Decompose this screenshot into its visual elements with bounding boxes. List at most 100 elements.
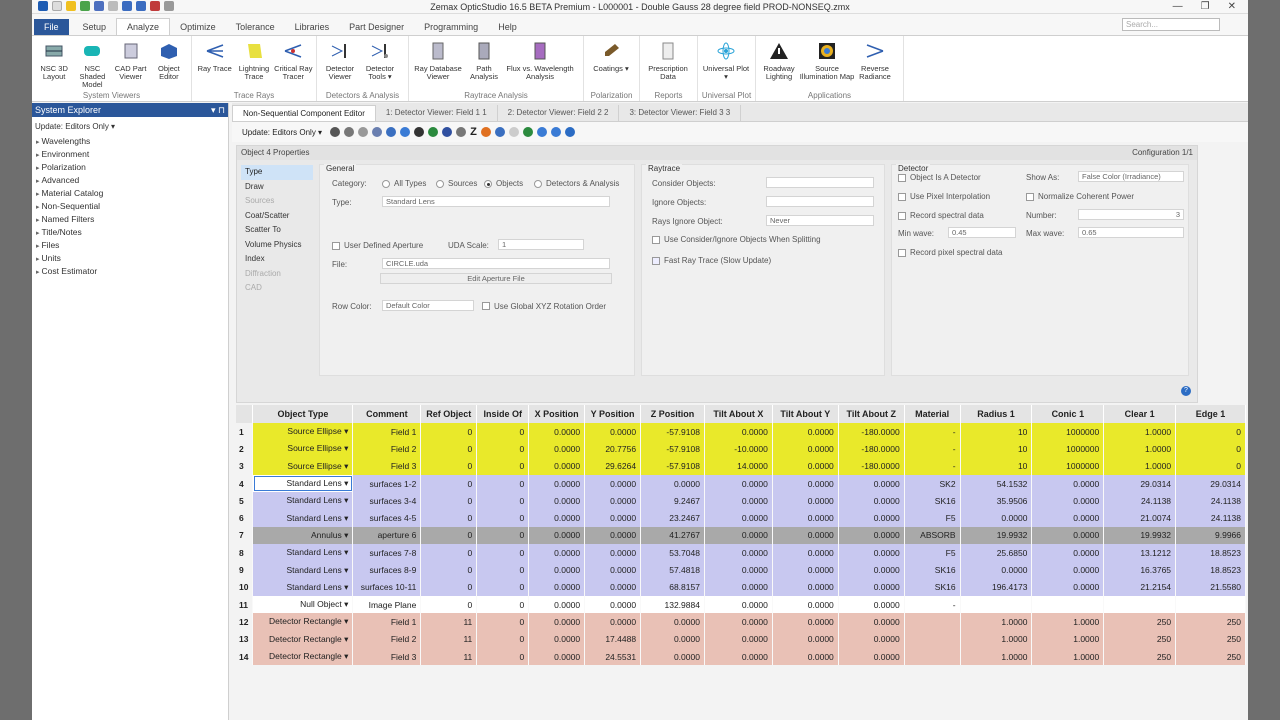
grid-cell[interactable]: 0.0000 <box>838 561 905 579</box>
grid-cell[interactable]: 0.0000 <box>528 578 586 596</box>
search-input[interactable]: Search... <box>1122 18 1220 31</box>
nav-volume-physics[interactable]: Volume Physics <box>241 238 313 253</box>
grid-cell[interactable]: aperture 6 <box>352 526 422 545</box>
nav-cad[interactable]: CAD <box>241 281 313 296</box>
grid-cell[interactable]: 17.4488 <box>584 630 642 648</box>
grid-cell[interactable]: - <box>904 595 961 614</box>
grid-cell[interactable]: -57.9108 <box>640 440 705 458</box>
grid-cell[interactable]: 10 <box>960 440 1033 458</box>
column-header[interactable]: Z Position <box>640 405 705 423</box>
menu-file[interactable]: File <box>34 19 69 35</box>
settings-icon[interactable] <box>344 127 355 137</box>
grid-cell[interactable]: surfaces 4-5 <box>352 509 422 527</box>
grid-cell[interactable]: 0.0000 <box>528 423 586 441</box>
properties-title[interactable]: Object 4 Properties <box>241 148 309 158</box>
grid-cell[interactable]: 19.9932 <box>1103 526 1177 545</box>
column-header[interactable]: Edge 1 <box>1175 405 1246 423</box>
grid-cell[interactable]: 0.0000 <box>772 474 839 493</box>
grid-cell[interactable]: Field 2 <box>352 630 422 648</box>
grid-cell[interactable]: 0.0000 <box>838 474 905 493</box>
grid-cell[interactable]: 250 <box>1103 613 1177 631</box>
help-icon[interactable]: ? <box>1181 386 1191 396</box>
grid-cell[interactable]: Standard Lens ▾ <box>252 561 354 579</box>
grid-cell[interactable]: 0 <box>420 595 478 614</box>
nav-sources[interactable]: Sources <box>241 194 313 209</box>
grid-cell[interactable]: 0.0000 <box>772 630 839 648</box>
grid-cell[interactable]: 11 <box>420 647 478 666</box>
stop-icon[interactable] <box>480 127 491 137</box>
grid-cell[interactable]: 0.0000 <box>1031 509 1105 527</box>
grid-cell[interactable]: 0 <box>420 578 478 596</box>
grid-cell[interactable]: 1000000 <box>1031 440 1105 458</box>
grid-cell[interactable]: 0.0000 <box>772 544 839 562</box>
grid-cell[interactable]: 0.0000 <box>772 457 839 475</box>
grid-cell[interactable]: 0 <box>476 440 530 458</box>
grid-cell[interactable]: 0 <box>476 509 530 527</box>
grid-cell[interactable]: 35.9506 <box>960 492 1033 510</box>
grid-cell[interactable]: 0.0000 <box>640 474 705 493</box>
edit-aperture-button[interactable]: Edit Aperture File <box>380 273 612 284</box>
grid-icon[interactable] <box>414 127 425 137</box>
grid-cell[interactable]: 0 <box>476 544 530 562</box>
grid-cell[interactable]: 0.0000 <box>1031 544 1105 562</box>
grid-cell[interactable]: 23.2467 <box>640 509 705 527</box>
se-item-material-catalog[interactable]: Material Catalog <box>32 187 228 200</box>
grid-cell[interactable]: Annulus ▾ <box>252 526 354 545</box>
grid-cell[interactable]: 0.0000 <box>838 492 905 510</box>
grid-cell[interactable]: 11 <box>420 630 478 648</box>
grid-cell[interactable]: 250 <box>1175 647 1246 666</box>
consider-objects-input[interactable] <box>766 177 874 188</box>
grid-cell[interactable]: 0.0000 <box>704 647 773 666</box>
fast-ray-trace-checkbox[interactable] <box>652 257 660 265</box>
grid-cell[interactable]: 0.0000 <box>1031 526 1105 545</box>
se-item-non-sequential[interactable]: Non-Sequential <box>32 200 228 213</box>
column-header[interactable]: Conic 1 <box>1031 405 1105 423</box>
grid-cell[interactable]: Field 3 <box>352 457 422 475</box>
column-header[interactable]: Y Position <box>584 405 642 423</box>
nav-coat-scatter[interactable]: Coat/Scatter <box>241 209 313 224</box>
cad-icon[interactable] <box>456 127 467 137</box>
grid-cell[interactable]: Source Ellipse ▾ <box>252 457 354 475</box>
grid-cell[interactable]: 53.7048 <box>640 544 705 562</box>
grid-cell[interactable]: 0.0000 <box>584 492 642 510</box>
grid-cell[interactable]: 250 <box>1175 630 1246 648</box>
system-explorer-update[interactable]: Update: Editors Only ▾ <box>32 117 228 135</box>
nav-diffraction[interactable]: Diffraction <box>241 267 313 282</box>
grid-cell[interactable]: ABSORB <box>904 526 961 545</box>
grid-cell[interactable]: 0 <box>420 457 478 475</box>
grid-cell[interactable]: 0.0000 <box>704 509 773 527</box>
grid-cell[interactable]: 14.0000 <box>704 457 773 475</box>
grid-cell[interactable]: 0 <box>476 423 530 441</box>
grid-cell[interactable]: 0 <box>420 509 478 527</box>
global-xyz-checkbox[interactable] <box>482 302 490 310</box>
nav-scatter-to[interactable]: Scatter To <box>241 223 313 238</box>
show-as-select[interactable]: False Color (Irradiance) <box>1078 171 1184 182</box>
grid-cell[interactable]: 0.0000 <box>584 595 642 614</box>
copy-icon[interactable] <box>508 127 519 137</box>
grid-cell[interactable]: 41.2767 <box>640 526 705 545</box>
grid-cell[interactable]: 13.1212 <box>1103 544 1177 562</box>
grid-cell[interactable] <box>1031 595 1105 614</box>
menu-tolerance[interactable]: Tolerance <box>226 19 285 35</box>
se-item-title-notes[interactable]: Title/Notes <box>32 226 228 239</box>
grid-cell[interactable]: 24.1138 <box>1103 492 1177 510</box>
radio-all-types[interactable] <box>382 180 390 188</box>
nav-draw[interactable]: Draw <box>241 180 313 195</box>
menu-analyze[interactable]: Analyze <box>116 18 171 35</box>
se-item-wavelengths[interactable]: Wavelengths <box>32 135 228 148</box>
grid-cell[interactable]: 24.5531 <box>584 647 642 666</box>
grid-cell[interactable]: 0.0000 <box>704 561 773 579</box>
max-wave-input[interactable]: 0.65 <box>1078 227 1184 238</box>
grid-cell[interactable]: 0 <box>420 492 478 510</box>
grid-cell[interactable]: 19.9932 <box>960 526 1033 545</box>
grid-cell[interactable]: Standard Lens ▾ <box>252 544 354 562</box>
grid-cell[interactable]: 0 <box>476 492 530 510</box>
column-header[interactable]: Tilt About X <box>704 405 773 423</box>
grid-cell[interactable]: 0.0000 <box>584 613 642 631</box>
column-header[interactable]: Radius 1 <box>960 405 1033 423</box>
grid-cell[interactable]: 29.0314 <box>1175 474 1246 493</box>
grid-cell[interactable]: -180.0000 <box>838 423 905 441</box>
grid-cell[interactable]: surfaces 10-11 <box>352 578 422 596</box>
grid-cell[interactable]: Field 1 <box>352 613 422 631</box>
grid-cell[interactable]: 0 <box>476 613 530 631</box>
